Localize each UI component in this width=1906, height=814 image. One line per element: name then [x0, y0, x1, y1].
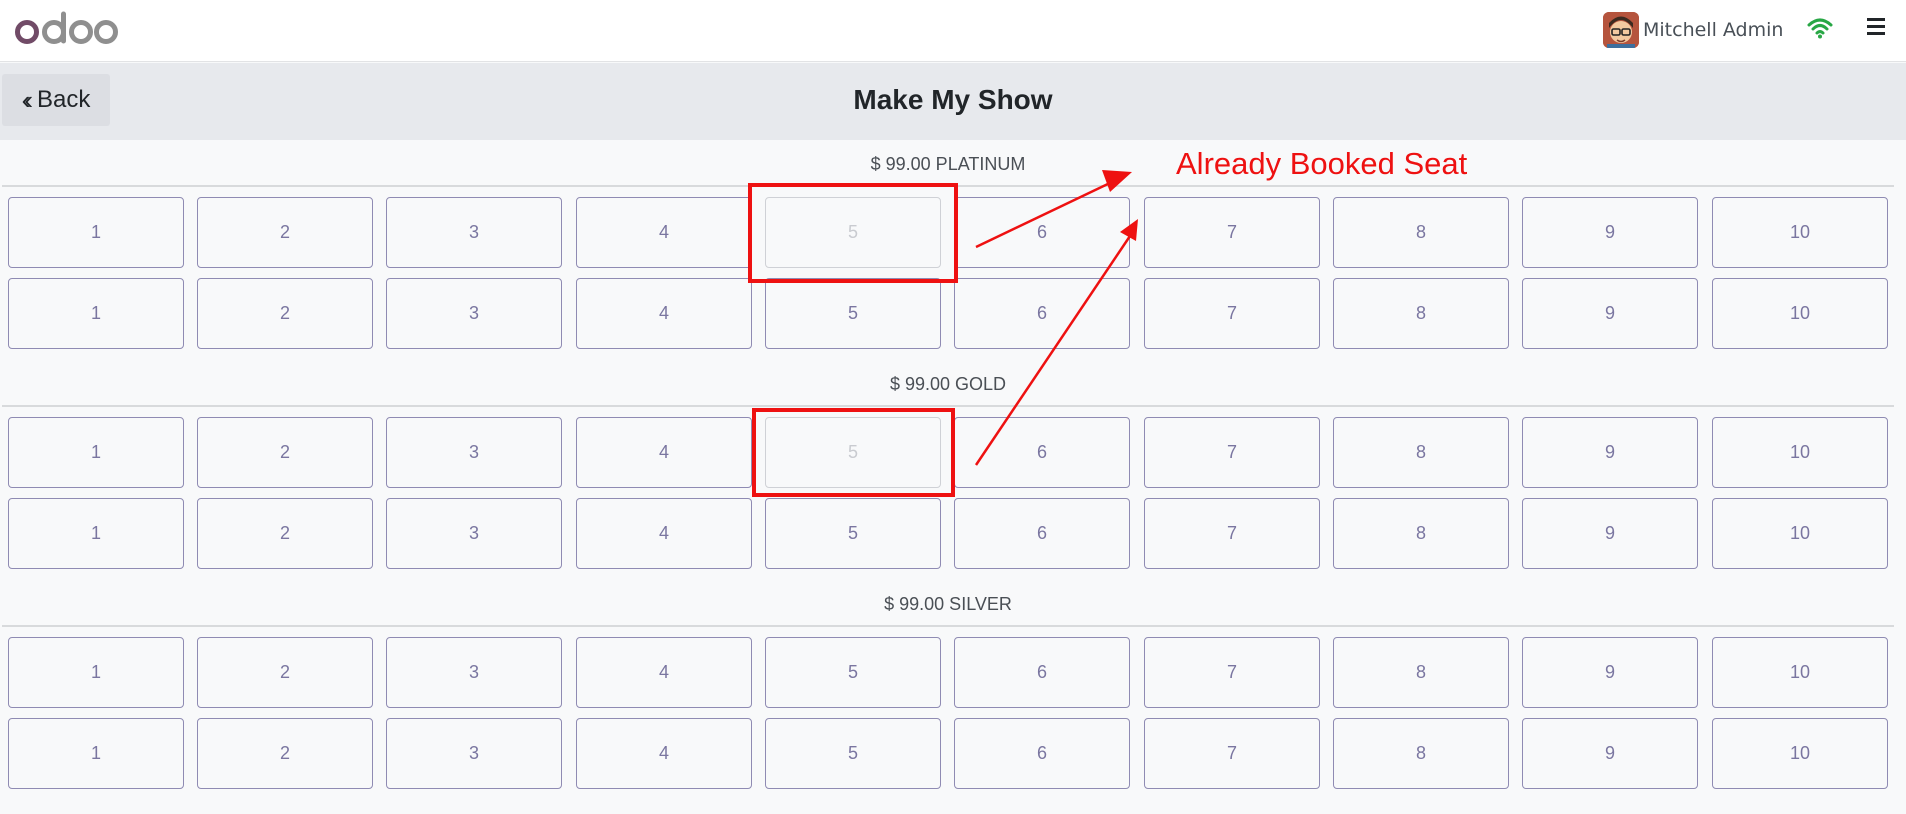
annotation-arrows	[974, 170, 1138, 466]
